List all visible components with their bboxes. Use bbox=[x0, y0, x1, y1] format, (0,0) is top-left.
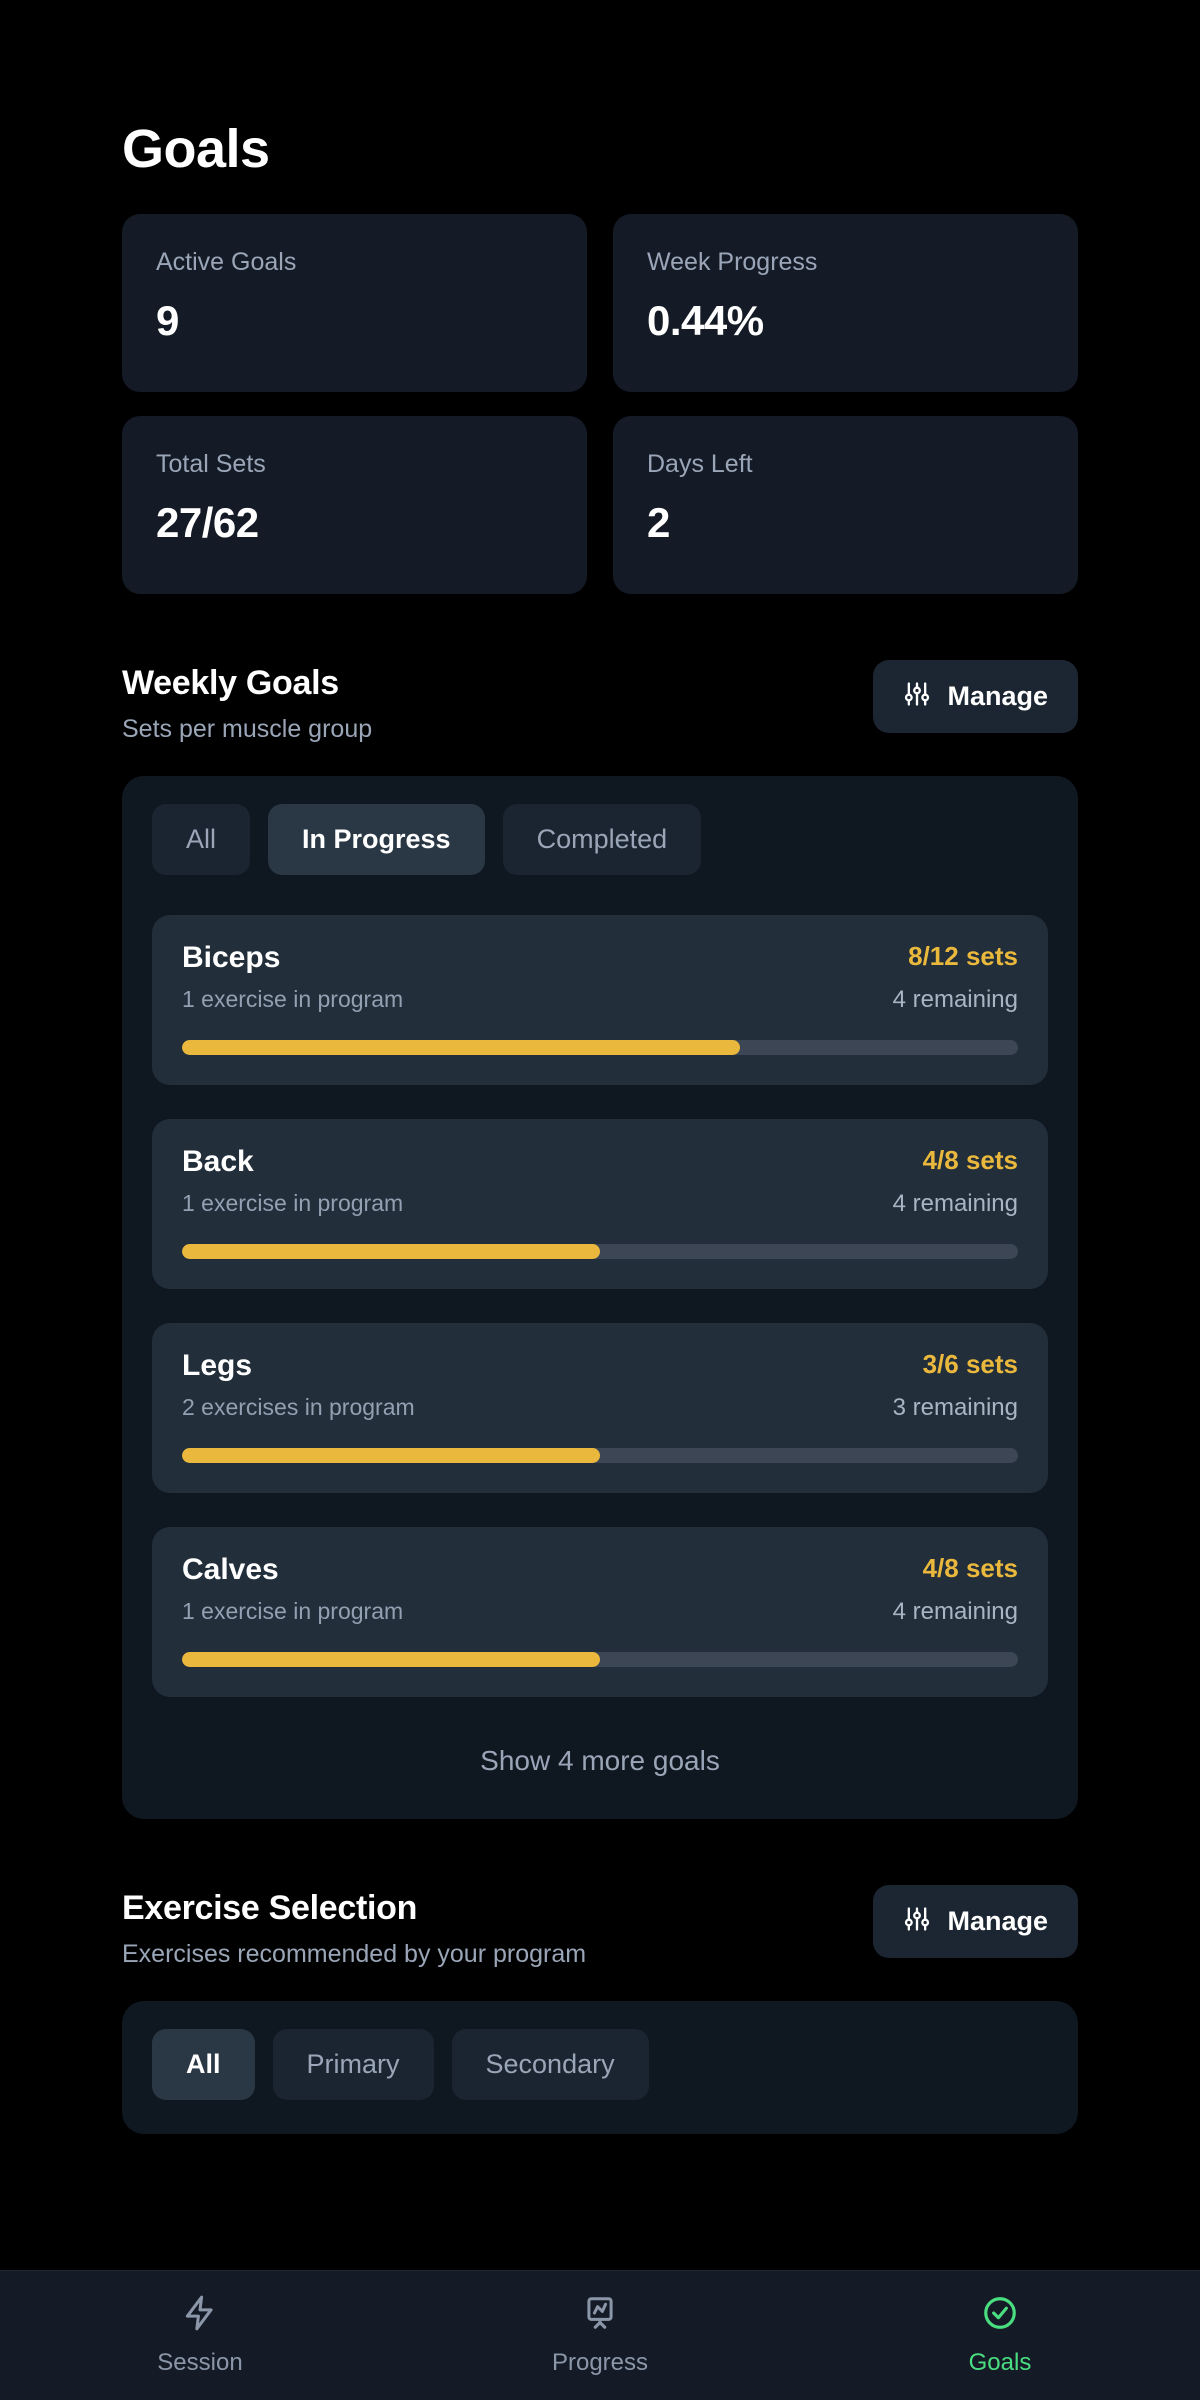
stat-card-total-sets: Total Sets 27/62 bbox=[122, 416, 587, 594]
section-title: Exercise Selection bbox=[122, 1889, 418, 1927]
stat-label: Total Sets bbox=[156, 450, 266, 478]
goal-remaining: 4 remaining bbox=[892, 1598, 1018, 1625]
section-title: Weekly Goals bbox=[122, 664, 339, 702]
goal-progress-track bbox=[182, 1448, 1018, 1463]
weekly-goals-titles: Weekly Goals Sets per muscle group bbox=[122, 660, 372, 744]
exercise-selection-header: Exercise Selection Exercises recommended… bbox=[122, 1885, 1078, 1969]
tab-secondary[interactable]: Secondary bbox=[451, 2029, 649, 2100]
goal-card-header: Back 1 exercise in program 4/8 sets 4 re… bbox=[182, 1145, 1018, 1218]
goal-progress-fill bbox=[182, 1244, 600, 1259]
nav-label: Session bbox=[157, 2349, 243, 2376]
goal-exercise-count: 1 exercise in program bbox=[182, 986, 404, 1012]
nav-item-progress[interactable]: Progress bbox=[400, 2294, 800, 2377]
goal-name: Legs bbox=[182, 1349, 253, 1382]
goal-exercise-count: 2 exercises in program bbox=[182, 1394, 415, 1420]
goal-list: Biceps 1 exercise in program 8/12 sets 4… bbox=[152, 915, 1048, 1697]
stat-value: 0.44% bbox=[647, 297, 764, 344]
weekly-goals-header: Weekly Goals Sets per muscle group Manag… bbox=[122, 660, 1078, 744]
stat-card-week-progress: Week Progress 0.44% bbox=[613, 214, 1078, 392]
weekly-goals-manage-button[interactable]: Manage bbox=[873, 660, 1078, 733]
goal-card-right: 3/6 sets 3 remaining bbox=[893, 1349, 1018, 1422]
tab-all[interactable]: All bbox=[152, 2029, 255, 2100]
goal-sets-count: 8/12 sets bbox=[908, 941, 1018, 971]
presentation-chart-icon bbox=[581, 2294, 619, 2337]
goal-name: Calves bbox=[182, 1553, 279, 1586]
manage-button-label: Manage bbox=[947, 1906, 1048, 1936]
goal-name: Biceps bbox=[182, 941, 281, 974]
nav-item-session[interactable]: Session bbox=[0, 2294, 400, 2377]
goal-card-left: Calves 1 exercise in program bbox=[182, 1553, 403, 1625]
sliders-icon bbox=[903, 1905, 931, 1938]
goal-progress-fill bbox=[182, 1652, 600, 1667]
bottom-navigation-bar: Session Progress Goals bbox=[0, 2270, 1200, 2400]
goal-card[interactable]: Calves 1 exercise in program 4/8 sets 4 … bbox=[152, 1527, 1048, 1697]
goal-exercise-count: 1 exercise in program bbox=[182, 1598, 404, 1624]
exercise-selection-filter-tabs: All Primary Secondary bbox=[152, 2029, 1048, 2100]
goal-card-right: 4/8 sets 4 remaining bbox=[893, 1553, 1018, 1626]
weekly-goals-filter-tabs: All In Progress Completed bbox=[152, 804, 1048, 875]
goal-progress-track bbox=[182, 1040, 1018, 1055]
check-circle-icon bbox=[981, 2294, 1019, 2337]
goal-card-header: Calves 1 exercise in program 4/8 sets 4 … bbox=[182, 1553, 1018, 1626]
goal-progress-track bbox=[182, 1652, 1018, 1667]
stat-card-active-goals: Active Goals 9 bbox=[122, 214, 587, 392]
goals-screen: Goals Active Goals 9 Week Progress 0.44%… bbox=[0, 0, 1200, 2400]
goal-card-left: Back 1 exercise in program bbox=[182, 1145, 403, 1217]
tab-in-progress[interactable]: In Progress bbox=[268, 804, 485, 875]
stat-value: 2 bbox=[647, 499, 670, 546]
goal-card-right: 4/8 sets 4 remaining bbox=[893, 1145, 1018, 1218]
lightning-bolt-icon bbox=[181, 2294, 219, 2337]
goal-card[interactable]: Back 1 exercise in program 4/8 sets 4 re… bbox=[152, 1119, 1048, 1289]
stat-label: Active Goals bbox=[156, 248, 297, 276]
tab-all[interactable]: All bbox=[152, 804, 251, 875]
goal-progress-fill bbox=[182, 1448, 600, 1463]
manage-button-label: Manage bbox=[947, 681, 1048, 711]
stat-value: 27/62 bbox=[156, 499, 259, 546]
goal-card[interactable]: Biceps 1 exercise in program 8/12 sets 4… bbox=[152, 915, 1048, 1085]
goal-exercise-count: 1 exercise in program bbox=[182, 1190, 404, 1216]
nav-label: Progress bbox=[551, 2349, 649, 2376]
goal-name: Back bbox=[182, 1145, 254, 1178]
sliders-icon bbox=[903, 680, 931, 713]
weekly-goals-panel: All In Progress Completed Biceps 1 exerc… bbox=[122, 776, 1078, 1819]
goal-sets-count: 4/8 sets bbox=[922, 1145, 1018, 1175]
goal-card-header: Legs 2 exercises in program 3/6 sets 3 r… bbox=[182, 1349, 1018, 1422]
goal-remaining: 4 remaining bbox=[892, 986, 1018, 1013]
goal-sets-count: 4/8 sets bbox=[922, 1553, 1018, 1583]
tab-completed[interactable]: Completed bbox=[502, 804, 702, 875]
goal-card-left: Biceps 1 exercise in program bbox=[182, 941, 403, 1013]
goal-card-left: Legs 2 exercises in program bbox=[182, 1349, 415, 1421]
stat-card-grid: Active Goals 9 Week Progress 0.44% Total… bbox=[122, 214, 1078, 594]
show-more-goals-button[interactable]: Show 4 more goals bbox=[152, 1745, 1048, 1777]
goal-progress-fill bbox=[182, 1040, 740, 1055]
stat-card-days-left: Days Left 2 bbox=[613, 416, 1078, 594]
goal-card[interactable]: Legs 2 exercises in program 3/6 sets 3 r… bbox=[152, 1323, 1048, 1493]
goal-remaining: 4 remaining bbox=[892, 1190, 1018, 1217]
exercise-selection-titles: Exercise Selection Exercises recommended… bbox=[122, 1885, 586, 1969]
stat-label: Days Left bbox=[647, 450, 753, 478]
exercise-selection-manage-button[interactable]: Manage bbox=[873, 1885, 1078, 1958]
nav-item-goals[interactable]: Goals bbox=[800, 2294, 1200, 2377]
goal-progress-track bbox=[182, 1244, 1018, 1259]
goal-card-right: 8/12 sets 4 remaining bbox=[893, 941, 1018, 1014]
page-title: Goals bbox=[122, 119, 270, 179]
stat-label: Week Progress bbox=[647, 248, 818, 276]
goal-sets-count: 3/6 sets bbox=[922, 1349, 1018, 1379]
exercise-selection-panel: All Primary Secondary bbox=[122, 2001, 1078, 2134]
stat-value: 9 bbox=[156, 297, 179, 344]
tab-primary[interactable]: Primary bbox=[272, 2029, 434, 2100]
nav-label: Goals bbox=[968, 2349, 1032, 2376]
goal-remaining: 3 remaining bbox=[892, 1394, 1018, 1421]
section-subtitle: Sets per muscle group bbox=[122, 715, 373, 743]
goal-card-header: Biceps 1 exercise in program 8/12 sets 4… bbox=[182, 941, 1018, 1014]
page-content: Goals Active Goals 9 Week Progress 0.44%… bbox=[0, 0, 1200, 2134]
section-subtitle: Exercises recommended by your program bbox=[122, 1940, 587, 1968]
